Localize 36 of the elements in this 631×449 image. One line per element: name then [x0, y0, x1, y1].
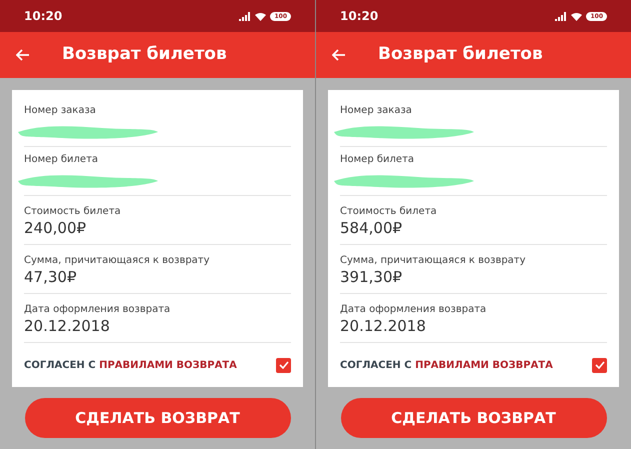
- field-value: 584,00₽: [340, 218, 404, 236]
- make-refund-button[interactable]: СДЕЛАТЬ ВОЗВРАТ: [340, 398, 606, 438]
- make-refund-button[interactable]: СДЕЛАТЬ ВОЗВРАТ: [24, 398, 290, 438]
- back-arrow-icon[interactable]: [16, 49, 30, 61]
- field-label: Стоимость билета: [24, 204, 122, 218]
- field-label: Номер билета: [24, 152, 100, 166]
- clock: 10:20: [340, 8, 378, 25]
- signal-icon: [555, 12, 568, 20]
- field-label: Дата оформления возврата: [24, 302, 172, 316]
- wifi-icon: [571, 12, 582, 20]
- field-value: 391,30₽: [340, 268, 404, 286]
- clock: 10:20: [24, 8, 62, 25]
- field-label: Номер заказа: [340, 104, 413, 118]
- screen-title: Возврат билетов: [378, 43, 543, 66]
- agreement-text: СОГЛАСЕН С: [24, 360, 96, 370]
- field-label: Сумма, причитающаяся к возврату: [340, 254, 527, 268]
- screen-title: Возврат билетов: [62, 43, 227, 66]
- field-value: 20.12.2018: [340, 316, 427, 334]
- field-value: 20.12.2018: [24, 316, 111, 334]
- field-label: Стоимость билета: [340, 204, 438, 218]
- agree-checkbox[interactable]: [592, 358, 607, 372]
- field-label: Номер заказа: [24, 104, 97, 118]
- field-label: Дата оформления возврата: [340, 302, 488, 316]
- agreement-text: СОГЛАСЕН С: [340, 360, 412, 370]
- agree-checkbox[interactable]: [276, 358, 291, 372]
- back-arrow-icon[interactable]: [332, 49, 346, 61]
- rules-link[interactable]: ПРАВИЛАМИ ВОЗВРАТА: [415, 360, 553, 370]
- field-value: 47,30₽: [24, 268, 78, 286]
- checkmark-icon: [278, 361, 288, 369]
- wifi-icon: [255, 12, 266, 20]
- field-value: 240,00₽: [24, 218, 88, 236]
- signal-icon: [239, 12, 252, 20]
- field-label: Сумма, причитающаяся к возврату: [24, 254, 211, 268]
- field-label: Номер билета: [340, 152, 416, 166]
- rules-link[interactable]: ПРАВИЛАМИ ВОЗВРАТА: [99, 360, 237, 370]
- checkmark-icon: [594, 361, 604, 369]
